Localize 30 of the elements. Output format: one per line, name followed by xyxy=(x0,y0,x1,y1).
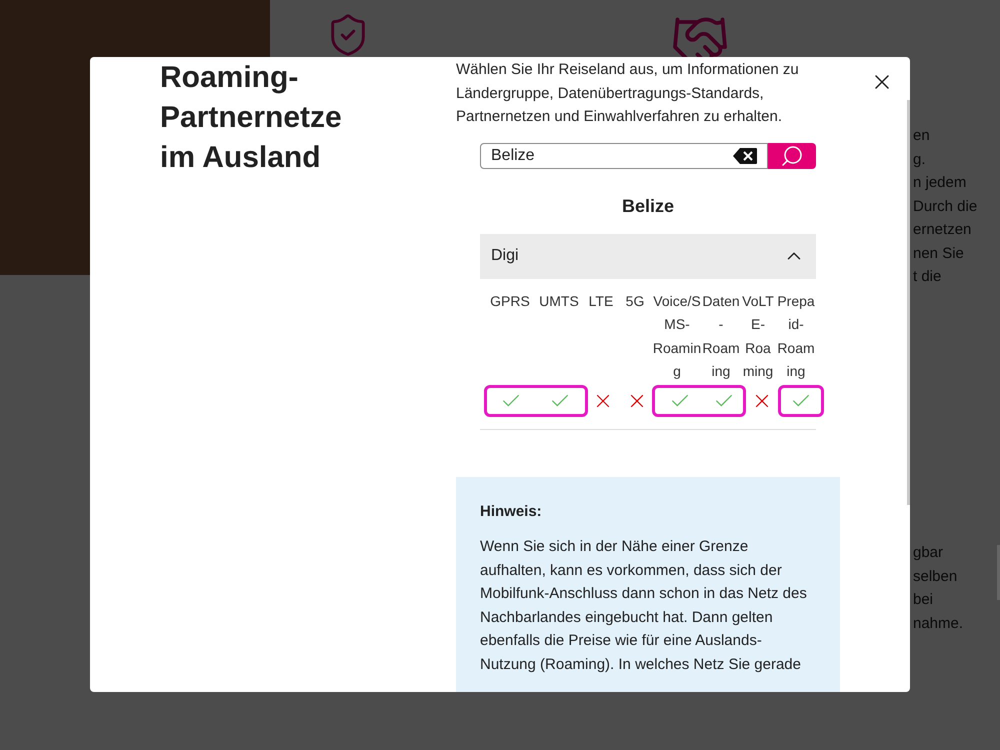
column-header: Daten-Roaming xyxy=(702,292,740,381)
text-fragment: ernetzen xyxy=(913,220,972,240)
search-button[interactable] xyxy=(768,142,816,168)
text-fragment: nahme. xyxy=(913,614,964,634)
text-fragment: gbar xyxy=(913,543,944,563)
text-fragment: Durch die xyxy=(913,196,978,216)
dialog-title: Roaming-Partnernetze im Ausland xyxy=(160,60,343,176)
text-fragment: n jedem xyxy=(913,173,968,193)
text-fragment: en xyxy=(913,126,931,146)
column-header: UMTS xyxy=(539,292,579,310)
column-header: VoLTE-Roaming xyxy=(741,292,775,381)
column-header: Prepaid-Roaming xyxy=(776,292,816,381)
accordion-header[interactable]: Digi xyxy=(480,234,816,278)
column-header: GPRS xyxy=(490,292,530,310)
text-fragment: bei xyxy=(913,590,934,610)
text-fragment: selben xyxy=(913,566,958,586)
text-fragment: t die xyxy=(913,267,942,287)
text-fragment: g. xyxy=(913,150,927,170)
search-icon xyxy=(780,144,804,168)
notice-text: Wenn Sie sich in der Nähe einer Grenze aufhalten, kann es vorkommen, dass sich der Mobilfunk-Anschluss dann schon in das Netz des Nachbarlandes eingebucht hat. Dann gelten ebenfalls die Preise wie für eine Auslands-Nutzung (Roaming). In welches Netz Sie gerade xyxy=(480,537,808,674)
text-fragment: nen Sie xyxy=(913,244,965,264)
clear-icon[interactable] xyxy=(733,148,757,164)
column-header: 5G xyxy=(626,292,644,310)
intro-text: Wählen Sie Ihr Reiseland aus, um Informationen zu Ländergruppe, Datenübertragungs-Standards, Partnernetzen und Einwahlverfahren zu erhalten. xyxy=(456,60,800,127)
search-field[interactable]: Belize xyxy=(480,142,768,168)
country-heading: Belize xyxy=(620,194,676,218)
column-header: Voice/SMS-Roaming xyxy=(652,292,702,381)
notice-title: Hinweis: xyxy=(480,502,543,522)
search-input[interactable]: Belize xyxy=(491,144,733,168)
column-header: LTE xyxy=(588,292,614,310)
